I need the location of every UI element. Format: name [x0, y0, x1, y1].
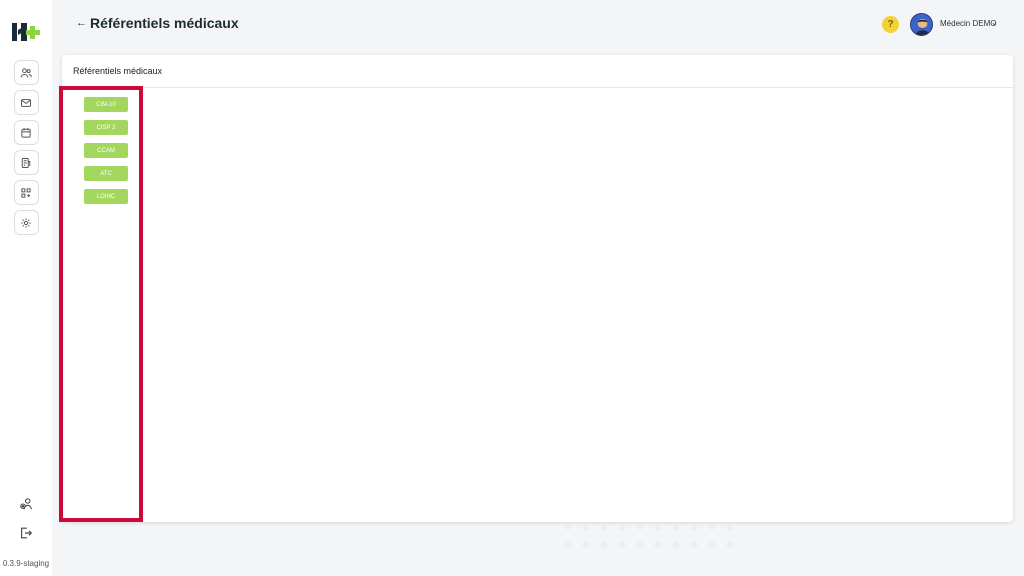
grid-icon [21, 187, 31, 198]
sidebar-nav [13, 60, 39, 235]
users-icon [20, 67, 32, 78]
sidebar: 0.3.9-staging [0, 0, 52, 576]
logout-button[interactable] [19, 526, 33, 545]
user-settings-icon [20, 498, 32, 510]
referential-button-loinc[interactable]: LOINC [84, 189, 128, 204]
sidebar-item-users[interactable] [13, 60, 39, 85]
sidebar-item-apps[interactable] [13, 180, 39, 205]
sidebar-item-profile[interactable] [19, 497, 33, 516]
logout-icon [21, 527, 33, 539]
chevron-down-icon[interactable]: ⌄ [991, 18, 998, 27]
decorative-dots [564, 524, 734, 549]
page-title: Référentiels médicaux [90, 15, 239, 31]
mail-icon [21, 98, 31, 107]
gear-icon [21, 217, 31, 228]
sidebar-item-settings[interactable] [13, 210, 39, 235]
back-arrow-icon[interactable]: ← [76, 17, 87, 29]
calendar-icon [21, 127, 31, 138]
sidebar-item-documents[interactable] [13, 150, 39, 175]
app-version: 0.3.9-staging [2, 559, 50, 568]
card-title: Référentiels médicaux [62, 55, 1013, 88]
user-name[interactable]: Médecin DEMO [940, 19, 996, 28]
referentials-card: Référentiels médicaux [62, 55, 1013, 522]
referential-button-cisp2[interactable]: CISP 2 [84, 120, 128, 135]
referential-button-ccam[interactable]: CCAM [84, 143, 128, 158]
documents-icon [21, 157, 31, 168]
referentials-list: CIM-10 CISP 2 CCAM ATC LOINC [84, 97, 128, 204]
sidebar-bottom: 0.3.9-staging [0, 497, 52, 568]
question-icon[interactable]: ? [882, 16, 899, 33]
app-logo[interactable] [12, 22, 40, 42]
referential-button-cim10[interactable]: CIM-10 [84, 97, 128, 112]
referential-button-atc[interactable]: ATC [84, 166, 128, 181]
sidebar-item-messages[interactable] [13, 90, 39, 115]
sidebar-item-calendar[interactable] [13, 120, 39, 145]
avatar[interactable] [910, 13, 933, 36]
